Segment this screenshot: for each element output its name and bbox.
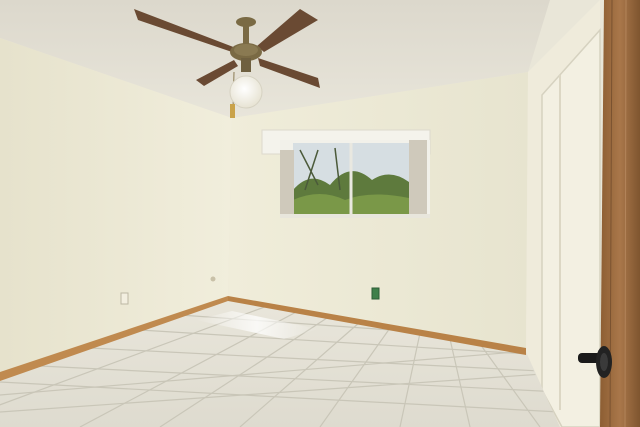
room-photo (0, 0, 640, 427)
closet-door[interactable] (541, 28, 601, 427)
window (261, 129, 431, 218)
light-globe (229, 75, 263, 109)
room-illustration (0, 0, 640, 427)
wall-outlet-left (120, 292, 129, 305)
wall-outlet-back (371, 287, 380, 300)
